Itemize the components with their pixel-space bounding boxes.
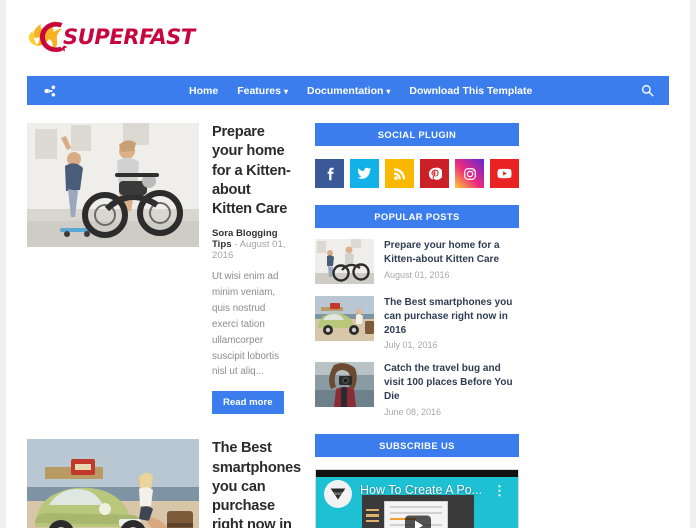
popular-post-item[interactable]: The Best smartphones you can purchase ri… bbox=[315, 296, 519, 350]
kebab-menu-icon[interactable]: ⋮ bbox=[493, 484, 506, 497]
twitter-icon[interactable] bbox=[350, 159, 379, 188]
post-body: The Best smartphones you can purchase ri… bbox=[212, 439, 301, 528]
nav-menu: Home Features ▾ Documentation ▾ Download… bbox=[189, 85, 532, 97]
popular-post-thumbnail bbox=[315, 239, 374, 284]
social-buttons bbox=[315, 146, 519, 188]
nav-item-documentation[interactable]: Documentation ▾ bbox=[307, 85, 390, 97]
popular-post-title[interactable]: Catch the travel bug and visit 100 place… bbox=[384, 362, 519, 403]
read-more-button[interactable]: Read more bbox=[212, 391, 284, 415]
popular-post-info: Catch the travel bug and visit 100 place… bbox=[384, 362, 519, 416]
youtube-video-embed[interactable]: BLOGGER How To Create A Po... ⋮ bbox=[315, 468, 519, 528]
nav-item-label: Features bbox=[237, 84, 281, 97]
widget-subscribe-us: SUBSCRIBE US BLOGGER How To Create A Po.… bbox=[315, 433, 519, 528]
post-list: Prepare your home for a Kitten-about Kit… bbox=[27, 123, 301, 528]
thumbnail-line bbox=[390, 511, 442, 514]
nav-item-features[interactable]: Features ▾ bbox=[237, 85, 288, 97]
pinterest-icon[interactable] bbox=[420, 159, 449, 188]
chevron-down-icon: ▾ bbox=[283, 86, 288, 96]
facebook-icon[interactable] bbox=[315, 159, 344, 188]
post-item: The Best smartphones you can purchase ri… bbox=[27, 439, 301, 528]
youtube-icon[interactable] bbox=[490, 159, 519, 188]
nav-item-label: Home bbox=[189, 84, 219, 97]
popular-post-title[interactable]: The Best smartphones you can purchase ri… bbox=[384, 296, 519, 337]
post-body: Prepare your home for a Kitten-about Kit… bbox=[212, 123, 293, 415]
widget-social-plugin: SOCIAL PLUGIN bbox=[315, 123, 519, 188]
widget-title: SUBSCRIBE US bbox=[315, 433, 519, 457]
nav-item-download-this-template[interactable]: Download This Template bbox=[409, 85, 532, 97]
popular-post-thumbnail bbox=[315, 362, 374, 408]
popular-post-thumbnail bbox=[315, 296, 374, 341]
popular-post-title[interactable]: Prepare your home for a Kitten-about Kit… bbox=[384, 239, 519, 267]
widget-title: POPULAR POSTS bbox=[315, 205, 519, 228]
widget-popular-posts: POPULAR POSTS Prepare your home for a Ki… bbox=[315, 205, 519, 417]
popular-post-date: June 08, 2016 bbox=[384, 406, 442, 417]
nav-item-label: Documentation bbox=[306, 84, 384, 97]
thumbnail-line bbox=[390, 505, 442, 508]
main-navbar: Home Features ▾ Documentation ▾ Download… bbox=[27, 76, 669, 105]
search-icon[interactable] bbox=[639, 83, 655, 99]
site-logo[interactable]: SUPERFAST bbox=[26, 16, 195, 58]
post-item: Prepare your home for a Kitten-about Kit… bbox=[27, 123, 293, 415]
share-icon[interactable] bbox=[41, 82, 59, 100]
post-title[interactable]: The Best smartphones you can purchase ri… bbox=[212, 439, 301, 528]
widget-title: SOCIAL PLUGIN bbox=[315, 123, 519, 146]
popular-post-info: The Best smartphones you can purchase ri… bbox=[384, 296, 519, 350]
nav-item-home[interactable]: Home bbox=[189, 85, 218, 97]
popular-post-list: Prepare your home for a Kitten-about Kit… bbox=[315, 228, 519, 417]
meta-separator: - bbox=[234, 239, 238, 251]
site-header: SUPERFAST bbox=[6, 0, 690, 76]
logo-text: SUPERFAST bbox=[63, 25, 195, 49]
post-thumbnail[interactable] bbox=[27, 123, 199, 247]
post-thumbnail[interactable] bbox=[27, 439, 199, 528]
sidebar: SOCIAL PLUGIN POPULAR POSTS Prepare your… bbox=[315, 123, 519, 528]
popular-post-item[interactable]: Catch the travel bug and visit 100 place… bbox=[315, 362, 519, 417]
chevron-down-icon: ▾ bbox=[386, 86, 391, 96]
play-button-icon[interactable] bbox=[405, 515, 431, 528]
post-meta: Sora Blogging Tips - August 01, 2016 bbox=[212, 228, 293, 261]
popular-post-date: July 01, 2016 bbox=[384, 340, 438, 351]
thumbnail-left-bars bbox=[366, 508, 379, 526]
rss-icon[interactable] bbox=[385, 159, 414, 188]
youtube-top-bar bbox=[316, 469, 518, 477]
page-container: SUPERFAST Home Features ▾ Documentation … bbox=[6, 0, 690, 528]
video-thumbnail bbox=[362, 494, 474, 528]
popular-post-info: Prepare your home for a Kitten-about Kit… bbox=[384, 239, 519, 280]
post-excerpt: Ut wisi enim ad minim veniam, quis nostr… bbox=[212, 271, 279, 378]
popular-post-date: August 01, 2016 bbox=[384, 269, 450, 280]
svg-text:BLOGGER: BLOGGER bbox=[328, 492, 347, 496]
instagram-icon[interactable] bbox=[455, 159, 484, 188]
nav-item-label: Download This Template bbox=[409, 84, 533, 97]
post-title[interactable]: Prepare your home for a Kitten-about Kit… bbox=[212, 123, 293, 219]
channel-avatar-icon[interactable]: BLOGGER bbox=[324, 479, 352, 508]
content-row: Prepare your home for a Kitten-about Kit… bbox=[6, 105, 690, 528]
popular-post-item[interactable]: Prepare your home for a Kitten-about Kit… bbox=[315, 239, 519, 284]
